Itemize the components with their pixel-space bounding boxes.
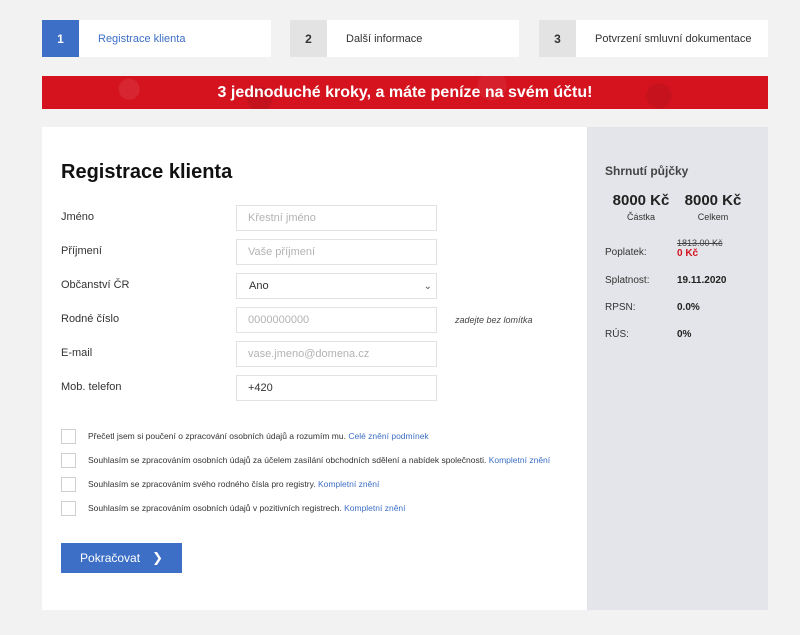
first-name-field[interactable] [236,205,437,231]
fee-label: Poplatek: [605,247,647,258]
total-value: 8000 Kč [684,192,742,209]
consent-text-2-body: Souhlasím se zpracováním osobních údajů … [88,455,487,465]
amount-caption: Částka [626,212,655,222]
step-3-number: 3 [539,20,576,57]
continue-label: Pokračovat [80,551,141,565]
birth-number-row: Rodné číslo zadejte bez lomítka [61,307,561,333]
step-1-label: Registrace klienta [98,32,186,45]
consent-checkbox-1[interactable] [61,428,76,444]
birth-number-input[interactable] [237,308,436,332]
summary-amount: 8000 Kč Částka [601,192,681,222]
birth-number-label: Rodné číslo [61,313,120,325]
due-label: Splatnost: [605,275,650,286]
phone-label: Mob. telefon [61,381,122,393]
consent-link-4[interactable]: Kompletní znění [344,503,405,513]
last-name-input[interactable] [237,240,436,264]
phone-input[interactable] [237,376,436,400]
consent-checkbox-2[interactable] [61,452,76,468]
consent-link-2[interactable]: Kompletní znění [489,455,550,465]
birth-number-hint: zadejte bez lomítka [455,315,533,325]
consent-text-3-body: Souhlasím se zpracováním svého rodného č… [88,479,316,489]
birth-number-field[interactable] [236,307,437,333]
last-name-field[interactable] [236,239,437,265]
fee-row: Poplatek: 1813.00 Kč 0 Kč [605,238,765,262]
last-name-label: Příjmení [61,245,102,257]
consent-item-4: Souhlasím se zpracováním osobních údajů … [61,500,571,516]
phone-row: Mob. telefon [61,375,561,401]
total-caption: Celkem [697,212,729,222]
step-2[interactable]: 2 Další informace [290,20,519,57]
citizenship-value: Ano [249,280,269,292]
amount-value: 8000 Kč [612,192,670,209]
loan-summary: Shrnutí půjčky 8000 Kč Částka 8000 Kč Ce… [587,127,768,610]
email-label: E-mail [61,347,93,359]
fee-values: 1813.00 Kč 0 Kč [677,238,723,259]
summary-title: Shrnutí půjčky [605,164,689,178]
consent-text-4: Souhlasím se zpracováním osobních údajů … [88,503,406,513]
due-value: 19.11.2020 [677,275,727,286]
consent-text-2: Souhlasím se zpracováním osobních údajů … [88,455,550,465]
consent-item-2: Souhlasím se zpracováním osobních údajů … [61,452,571,468]
chevron-down-icon: ⌄ [423,280,432,292]
consent-text-1: Přečetl jsem si poučení o zpracování oso… [88,431,429,441]
consent-checkbox-4[interactable] [61,500,76,516]
phone-field[interactable] [236,375,437,401]
email-row: E-mail [61,341,561,367]
fee-new-value: 0 Kč [677,248,699,259]
consent-text-3: Souhlasím se zpracováním svého rodného č… [88,479,379,489]
rpsn-value: 0.0% [677,302,700,313]
main-card: Registrace klienta Jméno Příjmení Občans… [42,127,768,610]
rus-label: RÚS: [605,329,629,340]
rus-value: 0% [677,329,692,340]
consent-text-1-body: Přečetl jsem si poučení o zpracování oso… [88,431,346,441]
continue-button[interactable]: Pokračovat ❯ [61,543,182,573]
consent-checkbox-3[interactable] [61,476,76,492]
registration-form: Registrace klienta Jméno Příjmení Občans… [42,127,587,610]
consent-link-3[interactable]: Kompletní znění [318,479,379,489]
step-3-label: Potvrzení smluvní dokumentace [595,32,752,45]
first-name-input[interactable] [237,206,436,230]
email-input[interactable] [237,342,436,366]
step-2-label: Další informace [346,32,423,45]
first-name-row: Jméno [61,205,561,231]
consent-link-1[interactable]: Celé znění podmínek [348,431,428,441]
chevron-right-icon: ❯ [152,550,163,565]
summary-total: 8000 Kč Celkem [673,192,753,222]
first-name-label: Jméno [61,211,95,223]
last-name-row: Příjmení [61,239,561,265]
consent-item-3: Souhlasím se zpracováním svého rodného č… [61,476,571,492]
step-2-number: 2 [290,20,327,57]
promo-banner: 3 jednoduché kroky, a máte peníze na své… [42,76,768,109]
citizenship-row: Občanství ČR Ano ⌄ [61,273,561,299]
citizenship-label: Občanství ČR [61,279,130,291]
email-field[interactable] [236,341,437,367]
steps-bar: 1 Registrace klienta 2 Další informace 3… [42,20,768,57]
step-3[interactable]: 3 Potvrzení smluvní dokumentace [539,20,768,57]
form-title: Registrace klienta [61,161,233,183]
consent-item-1: Přečetl jsem si poučení o zpracování oso… [61,428,571,444]
consent-text-4-body: Souhlasím se zpracováním osobních údajů … [88,503,342,513]
step-1-number: 1 [42,20,79,57]
rpsn-label: RPSN: [605,302,636,313]
fee-old-value: 1813.00 Kč [677,238,723,248]
citizenship-select[interactable]: Ano ⌄ [236,273,437,299]
step-1[interactable]: 1 Registrace klienta [42,20,271,57]
